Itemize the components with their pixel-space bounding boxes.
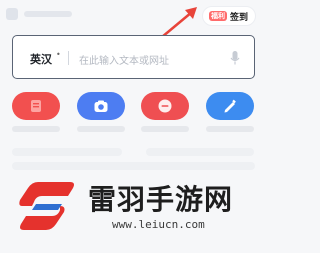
- feature-label: [77, 126, 125, 132]
- feature-label: [141, 126, 189, 132]
- search-input[interactable]: 英汉 • 在此输入文本或网址: [12, 35, 255, 79]
- language-selector[interactable]: 英汉: [30, 51, 52, 67]
- feature-label: [12, 126, 60, 132]
- document-scan-icon: [31, 100, 41, 112]
- content-row: [12, 162, 255, 170]
- avatar: [6, 8, 18, 20]
- divider: [68, 51, 69, 65]
- signin-button[interactable]: 福利 签到: [202, 6, 256, 26]
- edit-icon: [224, 99, 236, 113]
- feature-edit-button[interactable]: [206, 92, 254, 120]
- feature-camera-button[interactable]: [77, 92, 125, 120]
- content-row: [12, 148, 122, 156]
- camera-icon: [94, 100, 108, 112]
- chevron-down-icon: •: [56, 50, 61, 59]
- watermark-url: www.leiucn.com: [112, 218, 205, 231]
- watermark-site-name: 雷羽手游网: [88, 183, 234, 216]
- microphone-icon[interactable]: [229, 50, 241, 66]
- search-placeholder: 在此输入文本或网址: [79, 56, 169, 67]
- site-watermark: 雷羽手游网 www.leiucn.com: [18, 176, 258, 242]
- account-entry[interactable]: [6, 8, 74, 20]
- feature-voice-translate-button[interactable]: [141, 92, 189, 120]
- app-screen: 福利 签到 英汉 • 在此输入文本或网址 雷羽手游网 www.leiucn.co…: [0, 0, 267, 253]
- signin-label: 签到: [230, 12, 249, 23]
- site-logo-icon: [19, 182, 74, 230]
- voice-translate-icon: [158, 99, 172, 113]
- top-bar: 福利 签到: [0, 0, 267, 34]
- content-row: [146, 148, 254, 156]
- welfare-badge: 福利: [209, 11, 227, 21]
- feature-label: [206, 126, 254, 132]
- feature-document-scan-button[interactable]: [12, 92, 60, 120]
- account-name-placeholder: [24, 11, 72, 17]
